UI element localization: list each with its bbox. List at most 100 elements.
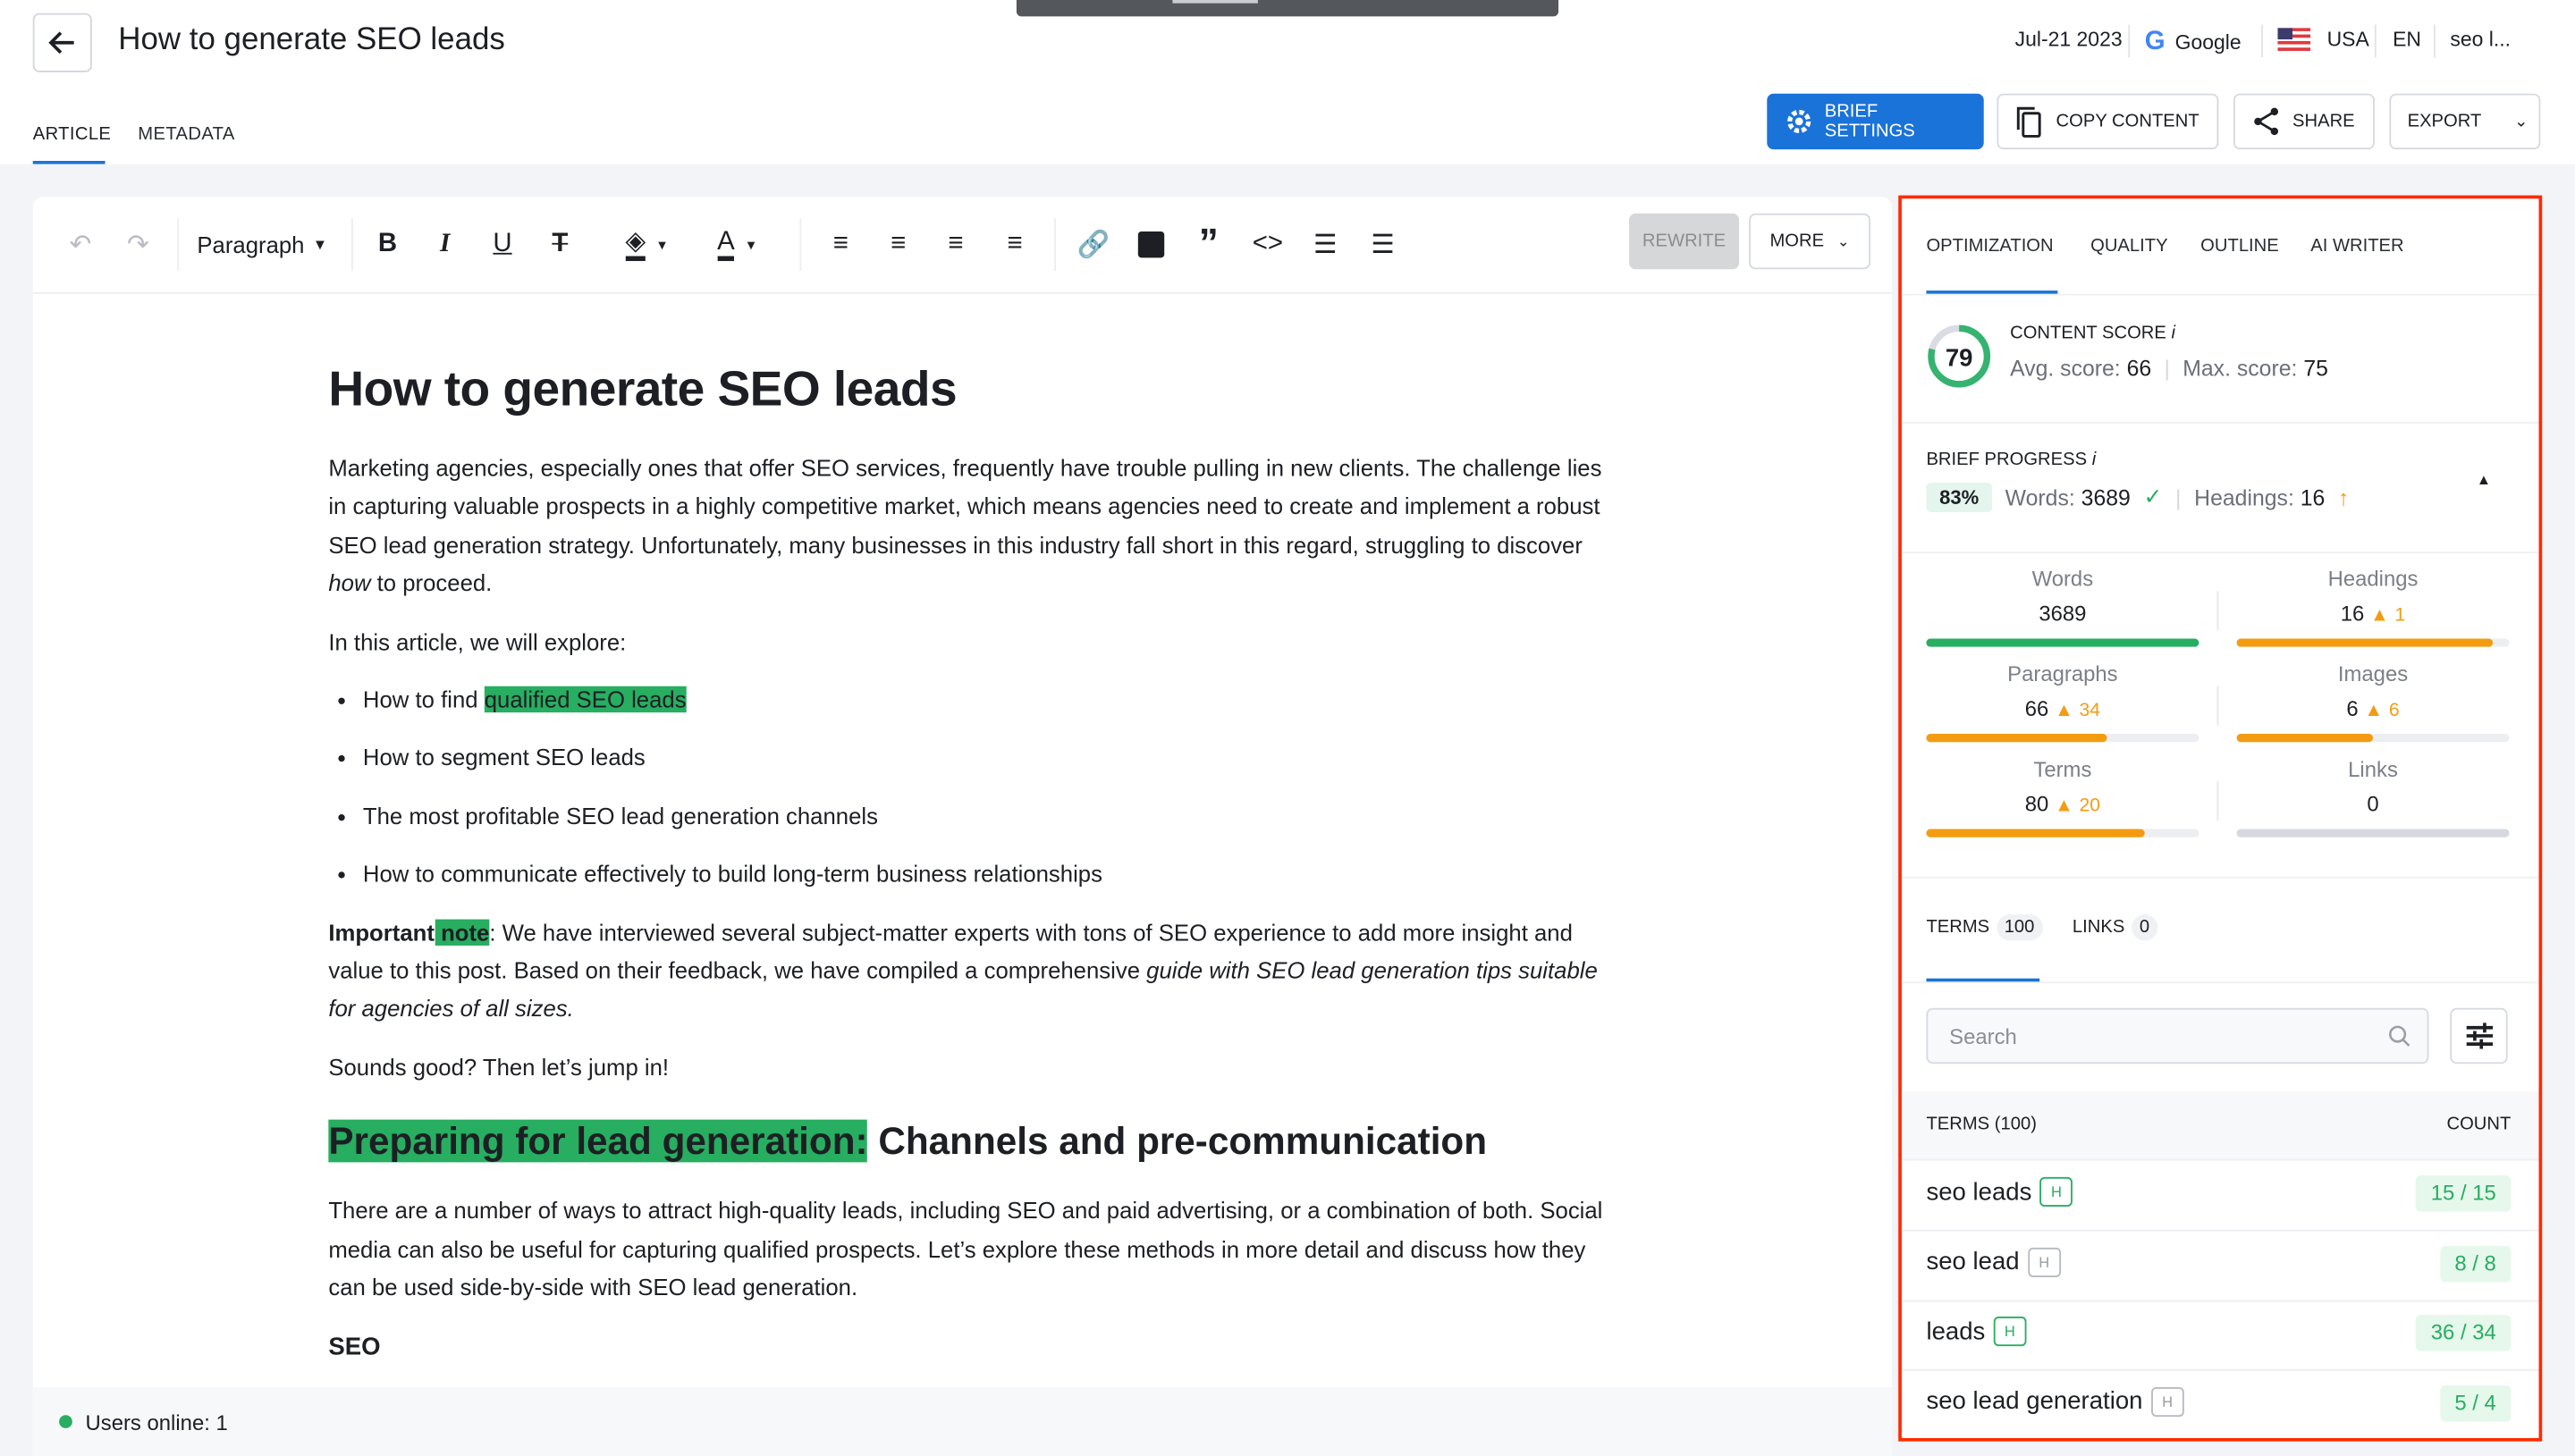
tab-article[interactable]: ARTICLE [33,125,112,145]
metric-progress-bar [2236,638,2510,647]
back-button[interactable] [32,13,92,72]
export-label: EXPORT [2407,111,2482,131]
search-placeholder: Search [1949,1023,2017,1048]
table-row[interactable]: seo lead H 8 / 8 [1901,1231,2539,1301]
filter-button[interactable] [2450,1007,2508,1065]
metric-progress-bar [1926,829,2199,837]
list-item: The most profitable SEO lead generation … [363,797,1609,836]
block-format-value: Paragraph [197,231,305,258]
copy-content-label: COPY CONTENT [2056,111,2199,131]
metric-delta: 34 [2079,701,2101,721]
metric-value: 3689 [2039,601,2087,626]
gear-icon [1787,109,1811,133]
metric-links: Links 0 [2237,757,2510,816]
heading-usage-badge: H [1993,1317,2027,1347]
info-icon[interactable]: i [2171,324,2175,343]
bold-icon[interactable]: B [371,226,404,262]
metric-label: Headings [2327,566,2419,592]
online-indicator-icon [59,1415,72,1428]
italic-icon[interactable]: I [428,226,461,262]
copy-icon [2016,106,2041,138]
rewrite-button[interactable]: REWRITE [1629,213,1740,270]
export-button[interactable]: EXPORT ⌄ [2389,93,2541,150]
date: Jul-21 2023 [2014,28,2123,51]
metric-headings: Headings 16 ▲ 1 [2237,567,2510,626]
metric-paragraphs: Paragraphs 66 ▲ 34 [1926,661,2199,720]
info-icon[interactable]: i [2092,450,2097,469]
language[interactable]: EN [2393,28,2421,51]
fill-color-icon[interactable]: ◈ ▼ [618,226,677,262]
bullet-list-icon[interactable]: ☰ [1307,226,1343,262]
delta-up-icon: ▲ [2054,701,2073,721]
tab-ai-writer[interactable]: AI WRITER [2310,236,2403,256]
paragraph: In this article, we will explore: [328,627,627,655]
metric-delta: 1 [2394,605,2406,626]
brief-settings-button[interactable]: BRIEF SETTINGS [1767,93,1984,150]
brief-progress-summary: 83% Words: 3689 ✓ | Headings: 16 ↑ [1926,482,2349,513]
tab-metadata[interactable]: METADATA [138,125,234,145]
us-flag-icon [2277,28,2311,51]
subtab-terms[interactable]: TERMS 100 [1926,914,2043,941]
collapse-caret-icon[interactable]: ▲ [2477,471,2491,487]
search-engine[interactable]: G Google [2145,28,2242,57]
strikethrough-icon[interactable]: T [544,226,577,262]
heading-usage-badge: H [2039,1176,2073,1207]
terms-search-input[interactable]: Search [1926,1007,2429,1065]
table-row[interactable]: seo lead generation H 5 / 4 [1902,1370,2539,1438]
table-row[interactable]: seo leads H 15 / 15 [1901,1161,2539,1232]
table-row[interactable]: leads H 36 / 34 [1901,1300,2539,1371]
align-center-icon[interactable]: ≡ [882,226,915,262]
numbered-list-icon[interactable]: ☰ [1364,226,1400,262]
keyword[interactable]: seo l... [2450,28,2511,51]
term-name: leads [1926,1317,1986,1346]
redo-icon[interactable]: ↷ [120,226,156,262]
brief-settings-label: BRIEF SETTINGS [1824,101,1915,141]
check-icon: ✓ [2143,484,2163,509]
term-count: 36 / 34 [2416,1315,2512,1351]
article-heading: How to generate SEO leads [328,362,958,417]
subsection-heading: SEO [328,1332,381,1360]
country-label: USA [2326,28,2369,51]
more-button[interactable]: MORE ⌄ [1749,213,1871,270]
quote-icon[interactable]: ” [1192,222,1225,266]
list-item: How to communicate effectively to build … [363,855,1609,894]
tab-quality[interactable]: QUALITY [2090,236,2167,256]
avg-score: 66 [2126,356,2152,382]
metric-delta: 20 [2079,795,2101,816]
align-right-icon[interactable]: ≡ [940,226,973,262]
country[interactable]: USA [2277,28,2369,51]
share-icon [2254,107,2279,136]
image-icon[interactable] [1135,226,1168,262]
links-count-badge: 0 [2131,914,2158,941]
term-highlight: note [434,918,490,946]
metric-label: Images [2337,661,2409,686]
text-color-icon[interactable]: A ▼ [708,226,767,262]
share-button[interactable]: SHARE [2233,93,2375,150]
editor: ↶ ↷ Paragraph ▼ B I U T ◈ ▼ A ▼ ≡ ≡ ≡ ≡ 🔗 ”… [32,197,1892,1456]
align-justify-icon[interactable]: ≡ [999,226,1032,262]
article-body[interactable]: How to generate SEO leads Marketing agen… [328,361,1609,1366]
copy-content-button[interactable]: COPY CONTENT [1997,93,2219,150]
undo-icon[interactable]: ↶ [63,226,98,262]
term-name: seo lead generation [1926,1387,2143,1416]
metric-terms: Terms 80 ▲ 20 [1926,757,2199,816]
paragraph: There are a number of ways to attract hi… [328,1197,1603,1300]
heading-usage-badge: H [2150,1386,2184,1417]
metric-progress-bar [1926,734,2199,743]
underline-icon[interactable]: U [486,226,519,262]
metric-progress-bar [1926,638,2199,647]
bullet-list: How to find qualified SEO leads How to s… [328,681,1609,894]
max-score: 75 [2303,356,2328,382]
block-format-select[interactable]: Paragraph ▼ [197,226,327,262]
search-icon [2389,1025,2410,1047]
more-label: MORE [1769,231,1825,252]
align-left-icon[interactable]: ≡ [824,226,857,262]
metric-label: Paragraphs [2007,661,2118,686]
tab-outline[interactable]: OUTLINE [2200,236,2279,256]
terms-count-badge: 100 [1996,914,2043,941]
terms-table-header: TERMS (100) COUNT [1901,1091,2539,1161]
tab-optimization[interactable]: OPTIMIZATION [1926,236,2053,256]
link-icon[interactable]: 🔗 [1076,226,1111,262]
subtab-links[interactable]: LINKS 0 [2073,914,2158,941]
code-icon[interactable]: <> [1250,226,1286,262]
